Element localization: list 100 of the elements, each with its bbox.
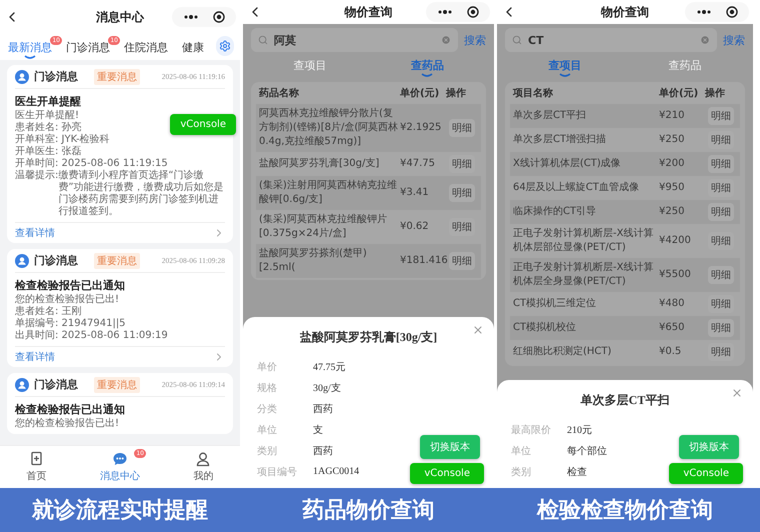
field-value: 支: [313, 424, 323, 436]
target-icon[interactable]: [726, 6, 738, 18]
field-label: 类别: [257, 444, 278, 458]
tab[interactable]: 健康: [180, 36, 214, 55]
item-price: ¥200: [659, 157, 686, 171]
item-price: ¥210: [659, 109, 686, 123]
details-link[interactable]: 查看详情: [15, 350, 55, 364]
avatar-icon: [15, 378, 29, 392]
message-line: 您的检查检验报告已出!: [15, 418, 120, 430]
detail-button[interactable]: 明细: [708, 319, 734, 337]
item-name: (集采)注射用阿莫西林钠克拉维酸钾[0.6g/支]: [259, 179, 398, 207]
item-price: ¥0.62: [400, 220, 430, 234]
search-icon: [512, 35, 522, 45]
item-name: 盐酸阿莫罗芬乳膏[30g/支]: [259, 157, 380, 171]
message-heading: 检查检验报告已出通知: [15, 278, 125, 293]
item-name: 正电子发射计算机断层-X线计算机体层全身显像(PET/CT): [513, 261, 654, 289]
settings-icon: [219, 40, 231, 52]
details-link[interactable]: 查看详情: [15, 226, 55, 240]
message-line: 您的检查检验报告已出!: [15, 294, 120, 306]
detail-button[interactable]: 明细: [708, 155, 734, 173]
item-price: ¥2.1925: [400, 121, 442, 135]
page-title: 物价查询: [343, 4, 394, 20]
search-field[interactable]: 阿莫: [251, 28, 458, 52]
caption: 检验检查物价查询: [536, 497, 714, 525]
detail-button[interactable]: 明细: [449, 155, 475, 173]
message-line: 单据编号: 21947941||5: [15, 318, 126, 330]
tab[interactable]: 住院消息: [122, 36, 178, 55]
field-value: 西药: [313, 402, 333, 416]
field-value: 30g/支: [313, 382, 341, 394]
item-name: CT模拟机三维定位: [513, 297, 598, 311]
message-line: 出具时间: 2025-08-06 11:09:19: [15, 330, 168, 342]
search-icon: [258, 35, 268, 45]
tab-indicator: [421, 73, 434, 77]
item-price: ¥650: [659, 321, 686, 335]
importance-tag: 重要消息: [94, 252, 140, 268]
column-header: 单价(元): [400, 87, 440, 101]
detail-button[interactable]: 明细: [708, 203, 734, 221]
detail-button[interactable]: 明细: [449, 218, 475, 236]
target-icon[interactable]: [212, 11, 224, 23]
page-title: 物价查询: [600, 4, 650, 20]
message-line: 开单时间: 2025-08-06 11:19:15: [15, 158, 168, 170]
item-price: ¥3.41: [400, 186, 430, 200]
detail-button[interactable]: 明细: [449, 184, 475, 202]
message-line: 开单科室: JYK-检验科: [15, 134, 110, 146]
field-value: 47.75元: [313, 360, 346, 374]
item-name: (集采)阿莫西林克拉维酸钾片[0.375g×24片/盒]: [259, 213, 388, 241]
more-icon[interactable]: [184, 15, 198, 19]
settings-button[interactable]: [216, 36, 234, 56]
detail-button[interactable]: 明细: [708, 343, 734, 361]
item-price: ¥47.75: [400, 157, 436, 171]
detail-button[interactable]: 明细: [449, 119, 475, 137]
field-value: 西药: [313, 444, 333, 458]
detail-button[interactable]: 明细: [708, 131, 734, 149]
importance-tag: 重要消息: [94, 376, 140, 392]
item-price: ¥5500: [659, 268, 692, 282]
field-label: 项目编号: [257, 466, 298, 478]
item-price: ¥950: [659, 181, 686, 195]
tab-indicator: [24, 55, 36, 59]
item-price: ¥0.5: [659, 345, 682, 359]
detail-button[interactable]: 明细: [708, 295, 734, 313]
item-name: 单次多层CT增强扫描: [513, 133, 608, 147]
tip-label: 温馨提示:: [15, 170, 58, 183]
column-header: 项目名称: [513, 87, 554, 101]
nav-item[interactable]: 首页: [18, 451, 55, 483]
search-field[interactable]: CT: [505, 28, 717, 52]
item-price: ¥4200: [659, 234, 692, 248]
detail-button[interactable]: 明细: [708, 266, 734, 284]
caption: 药品物价查询: [302, 497, 436, 525]
column-header: 操作: [446, 87, 467, 101]
sheet-title: 盐酸阿莫罗芬乳膏[30g/支]: [298, 329, 438, 346]
field-value: 检查: [567, 466, 587, 478]
item-price: ¥250: [659, 133, 686, 147]
field-label: 单位: [257, 424, 278, 436]
field-label: 分类: [257, 402, 278, 416]
message-line: 患者姓名: 王刚: [15, 306, 82, 318]
field-label: 最高限价: [511, 424, 552, 436]
nav-item[interactable]: 我的: [185, 451, 222, 483]
sheet-title: 单次多层CT平扫: [580, 392, 670, 409]
message-line: 患者姓名: 孙亮: [15, 122, 82, 134]
field-label: 单位: [511, 444, 532, 458]
close-icon[interactable]: [731, 387, 743, 399]
message-heading: 检查检验报告已出通知: [15, 402, 125, 417]
detail-button[interactable]: 明细: [449, 252, 475, 270]
item-name: X线计算机体层(CT)成像: [513, 157, 622, 171]
column-header: 药品名称: [259, 87, 300, 101]
close-icon[interactable]: [472, 324, 484, 336]
item-name: 阿莫西林克拉维酸钾分散片(复方制剂)(铿锵)[8片/盒(阿莫西林0.4g,克拉维酸57mg)]: [259, 107, 400, 149]
field-label: 类别: [511, 466, 532, 478]
message-line: 开单医生: 张磊: [15, 146, 82, 158]
field-value: 1AGC0014: [313, 466, 360, 477]
column-header: 操作: [705, 87, 726, 101]
field-label: 规格: [257, 382, 278, 394]
tab-indicator: [559, 73, 571, 77]
more-icon[interactable]: [438, 10, 452, 14]
detail-button[interactable]: 明细: [708, 179, 734, 197]
field-label: 单价: [257, 360, 278, 374]
more-icon[interactable]: [696, 10, 710, 14]
detail-button[interactable]: 明细: [708, 232, 734, 250]
detail-button[interactable]: 明细: [708, 107, 734, 125]
target-icon[interactable]: [466, 6, 478, 18]
